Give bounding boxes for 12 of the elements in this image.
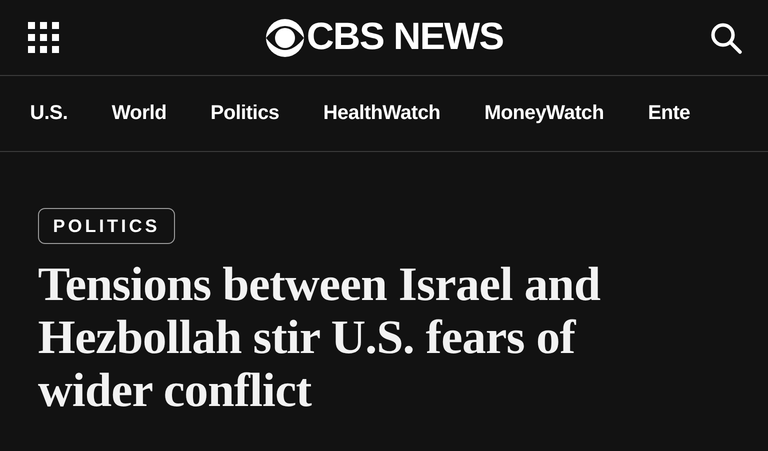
logo-text[interactable]: CBS NEWS [306,16,504,59]
nav-link[interactable]: Politics [210,102,280,125]
search-icon[interactable] [710,22,742,54]
nav-link[interactable]: HealthWatch [323,102,440,125]
nav-link[interactable]: MoneyWatch [484,102,604,125]
nav-link[interactable]: U.S. [30,102,68,125]
menu-icon[interactable] [28,22,60,54]
headline: Tensions between Israel and Hezbollah stir U.S. fears of wider conflict [38,258,602,417]
nav-link[interactable]: World [112,102,166,125]
nav-link[interactable]: Ente [648,102,690,125]
eye-logo-icon [264,18,305,58]
category-tag[interactable]: POLITICS [38,208,176,244]
